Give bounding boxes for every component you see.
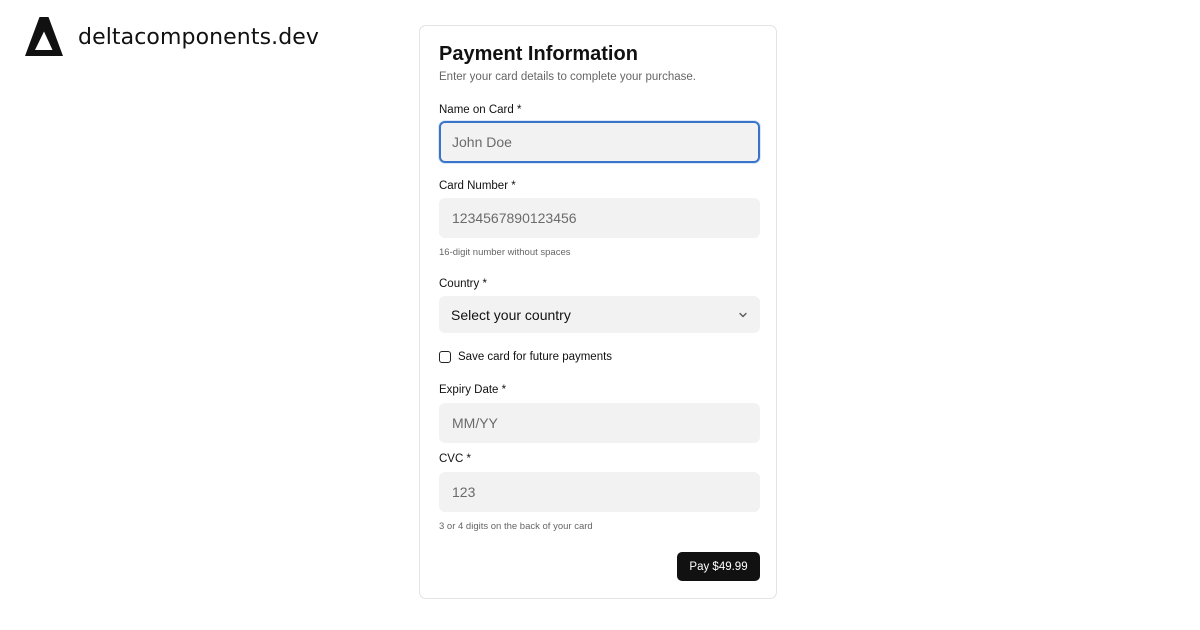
cvc-input[interactable] (439, 472, 760, 512)
name-on-card-input[interactable] (439, 121, 760, 163)
country-select[interactable]: Select your country (439, 296, 760, 333)
save-card-label: Save card for future payments (458, 351, 613, 363)
chevron-down-icon (739, 312, 747, 317)
save-card-option[interactable]: Save card for future payments (439, 351, 612, 363)
card-number-label: Card Number * (439, 180, 516, 192)
payment-form-card: Payment Information Enter your card deta… (419, 25, 777, 599)
form-description: Enter your card details to complete your… (439, 71, 696, 83)
brand-name: deltacomponents.dev (78, 24, 320, 50)
card-number-input[interactable] (439, 198, 760, 238)
name-on-card-label: Name on Card * (439, 104, 522, 116)
country-label: Country * (439, 278, 487, 290)
cvc-hint: 3 or 4 digits on the back of your card (439, 521, 593, 532)
form-title: Payment Information (439, 43, 638, 65)
expiry-input[interactable] (439, 403, 760, 443)
expiry-label: Expiry Date * (439, 384, 507, 396)
card-number-hint: 16-digit number without spaces (439, 247, 571, 258)
country-select-value: Select your country (451, 306, 571, 323)
cvc-label: CVC * (439, 453, 471, 465)
brand[interactable]: deltacomponents.dev (24, 17, 319, 57)
save-card-checkbox[interactable] (439, 351, 451, 363)
pay-button[interactable]: Pay $49.99 (677, 552, 760, 581)
delta-triangle-icon (25, 17, 63, 56)
